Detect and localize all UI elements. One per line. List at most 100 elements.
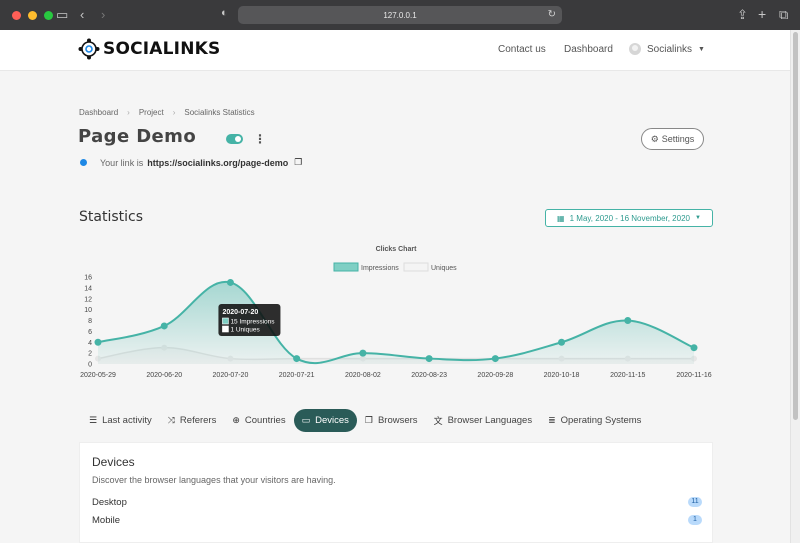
x-tick-label: 2020-11-16 bbox=[676, 372, 711, 379]
impressions-point bbox=[491, 355, 499, 363]
copy-icon[interactable]: ❐ bbox=[294, 157, 302, 168]
window-controls bbox=[12, 10, 53, 20]
tab-last-activity[interactable]: ☰ Last activity bbox=[81, 409, 160, 432]
minimize-window-button[interactable] bbox=[28, 10, 37, 20]
impressions-point bbox=[226, 278, 234, 286]
page-enabled-toggle[interactable] bbox=[226, 134, 243, 144]
nav-dashboard-link[interactable]: Dashboard bbox=[564, 44, 613, 55]
maximize-window-button[interactable] bbox=[44, 10, 53, 20]
tooltip-swatch bbox=[222, 317, 229, 325]
x-tick-label: 2020-06-20 bbox=[146, 372, 182, 379]
caret-down-icon: ▼ bbox=[698, 45, 705, 53]
tab-label: Countries bbox=[244, 415, 286, 426]
tab-referers[interactable]: ⤨ Referers bbox=[160, 409, 225, 432]
tab-label: Devices bbox=[315, 415, 349, 426]
privacy-shield-icon[interactable]: ◐ bbox=[221, 8, 228, 19]
y-tick-label: 6 bbox=[88, 329, 92, 336]
language-icon: 文 bbox=[433, 416, 443, 426]
y-tick-label: 0 bbox=[88, 362, 92, 369]
page-scrollbar[interactable] bbox=[790, 30, 800, 543]
x-tick-label: 2020-09-28 bbox=[477, 372, 513, 379]
x-tick-label: 2020-11-15 bbox=[610, 372, 645, 379]
impressions-point bbox=[160, 322, 168, 330]
settings-button[interactable]: ⚙ Settings bbox=[641, 128, 704, 150]
breadcrumb: Dashboard › Project › Socialinks Statist… bbox=[79, 108, 255, 117]
user-name: Socialinks bbox=[647, 43, 693, 55]
tab-operating-systems[interactable]: ≣ Operating Systems bbox=[540, 409, 649, 432]
tab-browsers[interactable]: ❐ Browsers bbox=[357, 409, 426, 432]
tab-overview-icon[interactable]: ⧉ bbox=[779, 8, 788, 21]
breadcrumb-current: Socialinks Statistics bbox=[184, 108, 255, 117]
tab-label: Browsers bbox=[377, 415, 418, 426]
legend-label: Uniques bbox=[431, 265, 457, 272]
browser-toolbar: ▭ ‹ › ◐ 127.0.0.1 ↻ ⇪ + ⧉ bbox=[0, 0, 800, 30]
shuffle-icon: ⤨ bbox=[167, 415, 175, 425]
impressions-point bbox=[624, 317, 632, 324]
avatar bbox=[629, 43, 641, 55]
brand-logo[interactable]: SOCIALINKS bbox=[78, 38, 220, 60]
y-tick-label: 10 bbox=[84, 307, 92, 314]
y-tick-label: 14 bbox=[84, 285, 92, 292]
impressions-point bbox=[690, 344, 698, 352]
new-tab-icon[interactable]: + bbox=[758, 7, 766, 21]
count-badge: 11 bbox=[688, 497, 702, 507]
y-tick-label: 12 bbox=[84, 296, 92, 303]
statistics-tabs: ☰ Last activity ⤨ Referers ⊕ Countries ▭ Device… bbox=[81, 409, 649, 432]
tab-label: Browser Languages bbox=[447, 415, 533, 426]
globe-icon: ⊕ bbox=[232, 415, 240, 425]
date-range-picker[interactable]: ▦ 1 May, 2020 - 16 November, 2020 ▼ bbox=[545, 209, 713, 227]
breadcrumb-dashboard[interactable]: Dashboard bbox=[79, 108, 118, 117]
panel-title: Devices bbox=[92, 455, 135, 469]
laptop-icon: ▭ bbox=[301, 415, 311, 425]
close-window-button[interactable] bbox=[12, 10, 21, 20]
calendar-icon: ▦ bbox=[557, 213, 565, 223]
tab-browser-languages[interactable]: 文 Browser Languages bbox=[426, 409, 541, 432]
address-bar[interactable]: 127.0.0.1 ↻ bbox=[238, 6, 562, 24]
tab-countries[interactable]: ⊕ Countries bbox=[224, 409, 293, 432]
legend-swatch bbox=[403, 262, 429, 272]
clicks-chart: Clicks Chart Impressions Uniques 0 2 4 6 8 10 12 1… bbox=[80, 246, 712, 379]
impressions-point bbox=[558, 338, 566, 346]
caret-down-icon: ▼ bbox=[694, 215, 701, 221]
x-tick-label: 2020-10-18 bbox=[544, 372, 580, 379]
y-tick-label: 4 bbox=[88, 340, 92, 347]
reload-icon[interactable]: ↻ bbox=[548, 9, 556, 20]
tooltip-swatch bbox=[222, 325, 229, 333]
user-menu[interactable]: Socialinks ▼ bbox=[629, 43, 705, 55]
count-badge: 1 bbox=[688, 515, 702, 525]
page-url-link[interactable]: https://socialinks.org/page-demo bbox=[147, 158, 288, 168]
scrollbar-thumb[interactable] bbox=[793, 32, 798, 420]
list-icon: ☰ bbox=[89, 415, 98, 425]
more-options-icon[interactable]: ⋮ bbox=[254, 132, 266, 146]
device-label: Mobile bbox=[92, 515, 120, 526]
link-prefix: Your link is bbox=[100, 157, 144, 168]
chevron-right-icon: › bbox=[127, 108, 130, 117]
share-icon[interactable]: ⇪ bbox=[737, 8, 748, 21]
x-tick-label: 2020-05-29 bbox=[80, 372, 116, 379]
brand-logo-icon bbox=[78, 38, 100, 60]
impressions-point bbox=[94, 338, 102, 346]
list-item: Desktop 11 bbox=[92, 497, 702, 508]
nav-contact-link[interactable]: Contact us bbox=[498, 44, 546, 55]
windows-icon: ❐ bbox=[364, 415, 373, 425]
statistics-heading: Statistics bbox=[79, 209, 143, 225]
address-url: 127.0.0.1 bbox=[383, 10, 417, 20]
devices-panel: Devices Discover the browser languages t… bbox=[79, 442, 713, 543]
tab-label: Last activity bbox=[102, 415, 152, 426]
impressions-point bbox=[425, 355, 433, 363]
x-tick-label: 2020-07-20 bbox=[213, 372, 249, 379]
back-icon[interactable]: ‹ bbox=[80, 8, 84, 21]
impressions-area bbox=[98, 281, 694, 364]
tooltip-line: 15 Impressions bbox=[230, 319, 275, 326]
page-title: Page Demo bbox=[78, 126, 197, 147]
brand-name: SOCIALINKS bbox=[103, 39, 221, 59]
y-tick-label: 2 bbox=[88, 351, 92, 358]
y-tick-label: 16 bbox=[84, 275, 92, 282]
sidebar-toggle-icon[interactable]: ▭ bbox=[56, 8, 68, 21]
tab-devices[interactable]: ▭ Devices bbox=[293, 409, 357, 432]
x-tick-label: 2020-07-21 bbox=[279, 372, 315, 379]
impressions-point bbox=[293, 355, 301, 363]
forward-icon[interactable]: › bbox=[101, 8, 105, 21]
breadcrumb-project[interactable]: Project bbox=[139, 108, 164, 117]
list-item: Mobile 1 bbox=[92, 515, 702, 526]
